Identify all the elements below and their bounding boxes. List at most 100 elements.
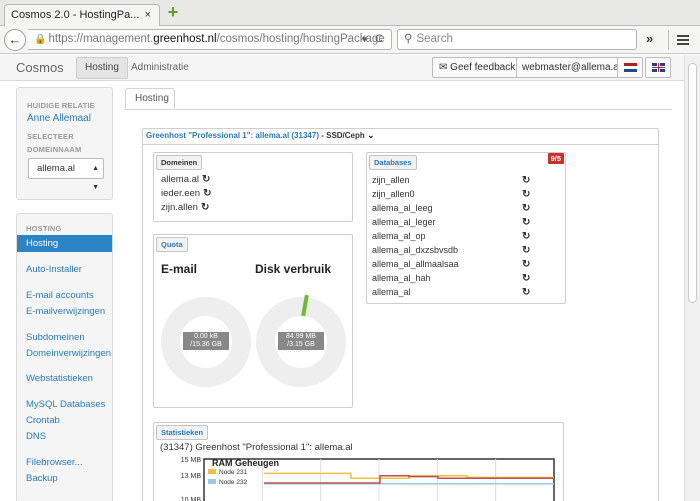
chevron-down-icon: ⌄ (367, 130, 375, 140)
database-row: zijn_allen0 ↻ (372, 189, 552, 200)
sidebar-item-domain-forwards[interactable]: Domeinverwijzingen (17, 345, 112, 362)
external-link-icon[interactable]: ↻ (522, 259, 530, 270)
feedback-label: Geef feedback! (450, 62, 518, 73)
external-link-icon[interactable]: ↻ (522, 245, 530, 256)
select-label: SELECTEER (27, 132, 74, 141)
sidebar-item-email-forwards[interactable]: E-mailverwijzingen (17, 303, 112, 320)
feedback-button[interactable]: ✉ Geef feedback! (432, 57, 525, 78)
hosting-nav-panel: HOSTING Hosting Auto-Installer E-mail ac… (16, 213, 113, 501)
database-name: zijn_allen0 (372, 189, 415, 199)
flag-uk-icon[interactable] (645, 57, 671, 78)
external-link-icon[interactable]: ↻ (522, 203, 530, 214)
sidebar-item-subdomains[interactable]: Subdomeinen (17, 329, 112, 346)
domain-row: zijn.allen ↻ (161, 202, 209, 213)
external-link-icon[interactable]: ↻ (522, 217, 530, 228)
external-link-icon[interactable]: ↻ (201, 202, 209, 213)
sidebar-item-mysql[interactable]: MySQL Databases (17, 396, 112, 413)
quota-title: Quota (156, 237, 188, 252)
legend-swatch (208, 469, 216, 474)
quota-panel: Quota E-mail Disk verbruik 0.00 kB /15.3… (153, 234, 353, 408)
tab-hosting[interactable]: Hosting (125, 88, 175, 110)
database-name: allema_al (372, 287, 411, 297)
search-icon: ⚲ (404, 33, 413, 45)
external-link-icon[interactable]: ↻ (203, 188, 211, 199)
sidebar-item-auto-installer[interactable]: Auto-Installer (17, 261, 112, 278)
close-tab-icon[interactable]: × (145, 9, 151, 21)
database-row: allema_al_leger ↻ (372, 217, 552, 228)
reload-icon[interactable]: C (375, 30, 383, 49)
external-link-icon[interactable]: ↻ (522, 175, 530, 186)
browser-tab[interactable]: Cosmos 2.0 - HostingPa... × (4, 4, 160, 27)
domains-panel: Domeinen allema.al ↻ ieder.een ↻ zijn.alle… (153, 152, 353, 222)
url-bar[interactable]: 🔒 https://management.greenhost.nl/cosmos/… (28, 29, 392, 50)
external-link-icon[interactable]: ↻ (522, 231, 530, 242)
domain-name[interactable]: zijn.allen (161, 202, 198, 213)
external-link-icon[interactable]: ↻ (522, 287, 530, 298)
hosting-section-label: HOSTING (26, 224, 62, 233)
search-input[interactable]: ⚲ Search (397, 29, 637, 50)
disk-used: 84.99 MB (286, 333, 316, 340)
legend-label: Node 231 (219, 469, 248, 476)
package-header[interactable]: Greenhost "Professional 1": allema.al (3… (146, 130, 375, 141)
y-tick-label: 10 MB (181, 497, 202, 501)
databases-title: Databases (369, 155, 417, 170)
sidebar-item-webstats[interactable]: Webstatistieken (17, 370, 112, 387)
page-scrollbar[interactable] (684, 55, 700, 501)
browser-nav-bar: ← 🔒 https://management.greenhost.nl/cosmo… (0, 26, 700, 54)
hamburger-menu-icon[interactable] (668, 30, 694, 50)
legend-swatch (208, 479, 216, 484)
flag-nl-icon[interactable] (617, 57, 643, 78)
site-brand[interactable]: Cosmos (16, 60, 64, 75)
database-row: allema_al ↻ (372, 287, 552, 298)
domain-name[interactable]: ieder.een (161, 188, 200, 199)
url-dropdown-icon[interactable]: ▾ (362, 30, 367, 49)
disk-quota-label: 84.99 MB /3.15 GB (278, 332, 324, 350)
database-name: allema_al_op (372, 231, 426, 241)
domain-select[interactable]: allema.al ▲ ▼ (28, 158, 104, 191)
lock-icon: 🔒 (34, 34, 47, 45)
sidebar-item-filebrowser[interactable]: Filebrowser... (17, 454, 112, 471)
external-link-icon[interactable]: ↻ (522, 273, 530, 284)
database-name: allema_al_leger (372, 217, 436, 227)
ram-chart: 15 MB 13 MB 10 MB RAM GeheugenNode 231 Node … (181, 457, 555, 501)
database-name: zijn_allen (372, 175, 410, 185)
tab-divider (125, 109, 672, 110)
relation-panel: HUIDIGE RELATIE Anne Allemaal SELECTEER … (16, 87, 113, 200)
email-quota-label: 0.00 kB /15.36 GB (183, 332, 229, 350)
site-navbar: Cosmos Hosting Administratie ✉ Geef feed… (0, 55, 684, 81)
database-row: allema_al_leeg ↻ (372, 203, 552, 214)
url-domain: greenhost.nl (153, 33, 217, 45)
user-email: webmaster@allema.al (522, 62, 622, 73)
disk-quota-title: Disk verbruik (255, 262, 332, 276)
database-row: zijn_allen ↻ (372, 175, 552, 186)
package-type: - SSD/Ceph (319, 131, 365, 140)
sidebar-item-backup[interactable]: Backup (17, 470, 112, 487)
nav-hosting[interactable]: Hosting (76, 57, 128, 79)
databases-panel: Databases 9/5 zijn_allen ↻ zijn_allen0 ↻ a… (366, 152, 566, 304)
sidebar-item-dns[interactable]: DNS (17, 428, 112, 445)
external-link-icon[interactable]: ↻ (522, 189, 530, 200)
database-row: allema_al_hah ↻ (372, 273, 552, 284)
email-quota-title: E-mail (161, 262, 198, 276)
external-link-icon[interactable]: ↻ (202, 174, 210, 185)
back-button[interactable]: ← (4, 29, 26, 51)
statistics-panel: Statistieken (31347) Greenhost "Professi… (153, 422, 564, 501)
search-placeholder: Search (416, 33, 453, 45)
sidebar-item-crontab[interactable]: Crontab (17, 412, 112, 429)
scrollbar-thumb[interactable] (688, 63, 697, 303)
overflow-menu-icon[interactable]: » (646, 31, 653, 46)
url-path: /cosmos/hosting/hostingPackage (216, 33, 385, 45)
new-tab-button[interactable]: + (164, 3, 182, 22)
browser-tab-bar: Cosmos 2.0 - HostingPa... × + (0, 0, 700, 27)
sidebar-item-hosting[interactable]: Hosting (17, 235, 112, 252)
relation-name[interactable]: Anne Allemaal (27, 113, 91, 124)
statistics-subtitle: (31347) Greenhost "Professional 1": alle… (160, 442, 353, 453)
y-tick-label: 15 MB (181, 457, 202, 464)
y-tick-label: 13 MB (181, 473, 202, 480)
domain-name[interactable]: allema.al (161, 174, 199, 185)
sidebar-item-email-accounts[interactable]: E-mail accounts (17, 287, 112, 304)
disk-total: /3.15 GB (287, 341, 315, 348)
domains-title: Domeinen (156, 155, 203, 170)
database-row: allema_al_dxzsbvsdb ↻ (372, 245, 552, 256)
nav-administratie[interactable]: Administratie (131, 62, 189, 73)
